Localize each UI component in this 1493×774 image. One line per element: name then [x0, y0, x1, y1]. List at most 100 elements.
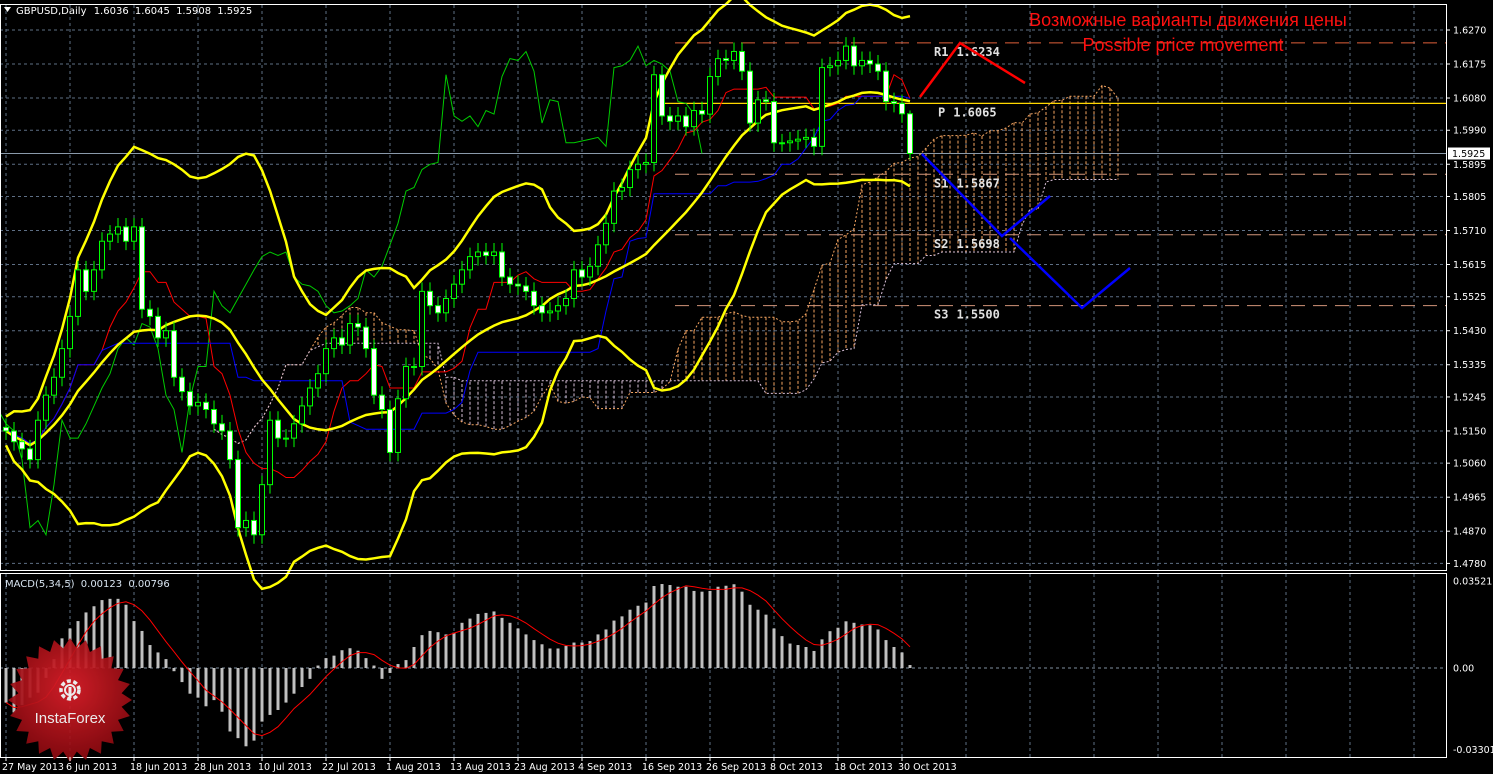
macd-histogram-bar: [116, 598, 120, 668]
candle-bearish: [355, 323, 361, 328]
macd-histogram-bar: [756, 609, 760, 668]
candle-bearish: [435, 305, 441, 314]
macd-histogram-bar: [516, 628, 520, 668]
candle-bullish: [779, 142, 785, 145]
candle-bearish: [883, 70, 889, 103]
macd-histogram-bar: [180, 668, 184, 683]
candle-bullish: [835, 59, 841, 67]
macd-histogram-bar: [276, 668, 280, 710]
logo-text: InstaForex: [35, 710, 106, 727]
candle-bullish: [467, 256, 473, 271]
candle-bullish: [571, 269, 577, 299]
macd-histogram-bar: [860, 624, 864, 668]
candle-bearish: [851, 45, 857, 67]
candle-bearish: [123, 226, 129, 242]
candle-bullish: [267, 419, 273, 486]
axes: 1.6270 1.6175 1.6080 1.5990 1.5895 1.5805 1.57…: [2, 26, 1493, 774]
macd-histogram-bar: [204, 668, 208, 707]
macd-histogram-bar: [628, 609, 632, 668]
candle-bullish: [475, 251, 481, 258]
macd-histogram-bar: [652, 585, 656, 668]
annotation-russian: Возможные варианты движения цены: [1029, 10, 1347, 30]
candle-bearish: [907, 113, 913, 155]
macd-histogram-bar: [804, 647, 808, 668]
candle-bearish: [139, 226, 145, 310]
price-tick-label: 1.5990: [1453, 126, 1486, 137]
candle-bearish: [531, 290, 537, 307]
date-tick-label: 13 Aug 2013: [450, 762, 511, 773]
macd-histogram-bar: [12, 668, 16, 713]
macd-histogram-bar: [124, 604, 128, 668]
candle-bullish: [603, 222, 609, 246]
candle-bullish: [283, 437, 289, 440]
date-tick-label: 4 Sep 2013: [578, 762, 632, 773]
candle-bullish: [163, 330, 169, 339]
level-label-s3: S3 1.5500: [934, 308, 1000, 322]
macd-histogram-bar: [508, 622, 512, 668]
macd-histogram-bar: [140, 630, 144, 668]
macd-signal-value: 0.00796: [128, 579, 169, 590]
candle-bearish: [667, 115, 673, 122]
price-tick-label: 1.5805: [1453, 192, 1486, 203]
candle-bearish: [83, 269, 89, 292]
date-tick-label: 8 Oct 2013: [770, 762, 823, 773]
candle-bearish: [235, 459, 241, 529]
date-tick-label: 22 Jul 2013: [322, 762, 376, 773]
price-tick-label: 1.4965: [1453, 493, 1486, 504]
candle-bearish: [539, 305, 545, 314]
candle-bearish: [899, 102, 905, 115]
candle-bearish: [515, 283, 521, 287]
candle-bearish: [379, 394, 385, 410]
chart-canvas: R1 1.6234P 1.6065S1 1.5867S2 1.5698S3 1.5500 …: [0, 0, 1493, 774]
main-pane-frame: [0, 4, 1447, 571]
macd-histogram-bar: [548, 648, 552, 668]
macd-histogram-bar: [284, 668, 288, 703]
level-name: R1: [934, 45, 948, 59]
candle-bullish: [115, 226, 121, 235]
macd-histogram-bar: [460, 622, 464, 668]
chikou-span-line: [0, 44, 703, 537]
price-tick-label: 1.5060: [1453, 459, 1486, 470]
price-tick-label: 1.5335: [1453, 360, 1486, 371]
candle-bullish: [419, 290, 425, 368]
candle-bearish: [891, 101, 897, 104]
candle-bullish: [827, 65, 833, 69]
macd-histogram-bar: [348, 648, 352, 668]
level-name: P: [938, 105, 945, 119]
macd-histogram-bar: [692, 590, 696, 668]
macd-tick-label: 0.00: [1453, 664, 1474, 675]
price-tick-label: 1.4870: [1453, 527, 1486, 538]
candle-bullish: [595, 244, 601, 267]
price-tick-label: 1.6270: [1453, 26, 1486, 37]
candle-bullish: [35, 419, 41, 461]
dropdown-triangle-icon[interactable]: [4, 7, 11, 12]
candle-bullish: [819, 67, 825, 147]
macd-histogram-bar: [564, 646, 568, 668]
macd-histogram-bar: [724, 585, 728, 668]
macd-histogram-bar: [796, 645, 800, 668]
macd-histogram-bar: [524, 634, 528, 668]
macd-histogram-bar: [596, 634, 600, 668]
candle-bullish: [555, 305, 561, 312]
candle-bearish: [147, 308, 153, 317]
macd-histogram-bar: [740, 591, 744, 668]
candle-bullish: [75, 269, 81, 317]
candle-bearish: [371, 348, 377, 396]
macd-histogram-bar: [404, 660, 408, 668]
projection-down-line-2: [1009, 237, 1131, 310]
candle-bearish: [227, 430, 233, 461]
level-label-s2: S2 1.5698: [934, 237, 1000, 251]
macd-histogram-bar: [556, 648, 560, 668]
candle-bearish: [659, 74, 665, 117]
macd-histogram-bar: [700, 591, 704, 668]
date-tick-label: 23 Aug 2013: [514, 762, 575, 773]
candles: [3, 37, 913, 544]
macd-title: MACD(5,34,5): [5, 579, 75, 590]
price-tick-label: 1.5710: [1453, 226, 1486, 237]
macd-histogram-bar: [156, 652, 160, 668]
candle-bullish: [643, 161, 649, 165]
indicator-lines: [0, 0, 1119, 591]
level-value: 1.5698: [956, 237, 999, 251]
macd-histogram-bar: [828, 631, 832, 668]
chart-header: GBPUSD,Daily 1.6036 1.6045 1.5908 1.5925: [16, 6, 252, 17]
